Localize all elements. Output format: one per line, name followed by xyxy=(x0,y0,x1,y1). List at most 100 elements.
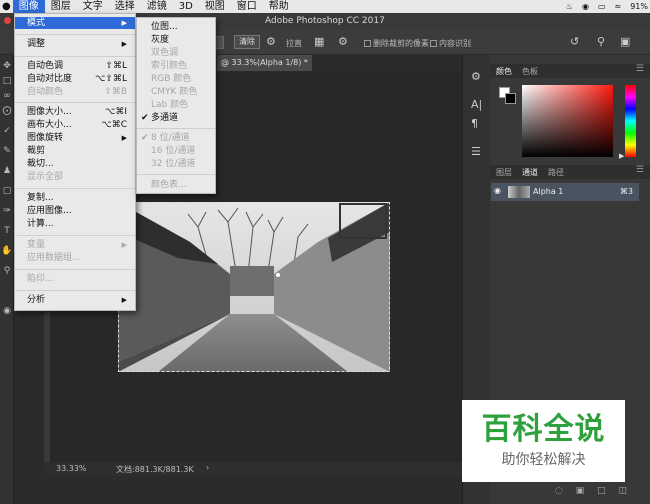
menu-item-duplicate[interactable]: 复制... xyxy=(15,192,135,204)
watermark-title: 百科全说 xyxy=(481,412,606,447)
marquee-tool-icon[interactable]: □ xyxy=(1,75,13,87)
delete-cropped-option[interactable]: 删除裁剪的像素 xyxy=(364,38,429,49)
watermark-logo: 百科全说 助你轻松解决 xyxy=(462,400,625,482)
menu-item-canvas-size[interactable]: 画布大小... ⌥⌘C xyxy=(15,119,135,131)
channel-panel-tabs: 图层 通道 路径 ☰ xyxy=(490,165,650,179)
document-tab[interactable]: @ 33.3%(Alpha 1/8) * xyxy=(217,55,312,71)
properties-icon[interactable]: ☰ xyxy=(471,145,481,158)
background-color-swatch[interactable] xyxy=(505,93,516,104)
hand-tool-icon[interactable]: ✋ xyxy=(1,245,13,257)
mode-16bit: 16 位/通道 xyxy=(151,146,196,156)
mode-grayscale[interactable]: 灰度 xyxy=(137,34,215,46)
menu-item-calculations[interactable]: 计算... xyxy=(15,218,135,230)
tab-swatches[interactable]: 色板 xyxy=(522,66,538,77)
menu-layer[interactable]: 图层 xyxy=(45,0,77,13)
lasso-tool-icon[interactable]: ∞ xyxy=(1,90,13,102)
system-menubar: ● 图像 图层 文字 选择 滤镜 3D 视图 窗口 帮助 ♨ ◉ ▭ ≈ 91% xyxy=(0,0,650,13)
mode-submenu: 位图... 灰度 双色调 索引颜色 RGB 颜色 CMYK 颜色 Lab 颜色 … xyxy=(136,17,216,194)
channel-panel-footer: ◌ ▣ □ ◫ xyxy=(555,486,637,496)
character-icon[interactable]: A| xyxy=(471,98,482,111)
pen-tool-icon[interactable]: ✑ xyxy=(1,205,13,217)
type-tool-icon[interactable]: T xyxy=(1,225,13,237)
mode-lab: Lab 颜色 xyxy=(151,100,189,110)
channel-shortcut: ⌘3 xyxy=(619,187,633,196)
menu-filter[interactable]: 滤镜 xyxy=(141,0,173,13)
close-window-button[interactable] xyxy=(4,17,11,24)
apple-menu[interactable]: ● xyxy=(0,0,13,13)
mode-multichannel[interactable]: ✔ 多通道 xyxy=(137,112,215,124)
channel-panel-menu-icon[interactable]: ☰ xyxy=(636,165,644,175)
zoom-tool-icon[interactable]: ⚲ xyxy=(1,265,13,277)
status-bar: 33.33% 文档:881.3K/881.3K › xyxy=(44,462,462,476)
menu-window[interactable]: 窗口 xyxy=(231,0,263,13)
move-tool-icon[interactable]: ✥ xyxy=(1,60,13,72)
load-selection-icon[interactable]: ◌ xyxy=(555,486,563,496)
menu-item-mode[interactable]: 模式 ▶ xyxy=(15,17,135,29)
menu-item-image-rotation[interactable]: 图像旋转 ▶ xyxy=(15,132,135,144)
mode-color-table: 颜色表... xyxy=(151,180,187,190)
menu-item-trim[interactable]: 裁切... xyxy=(15,158,135,170)
menu-view[interactable]: 视图 xyxy=(199,0,231,13)
menu-item-auto-tone[interactable]: 自动色调 ⇧⌘L xyxy=(15,60,135,72)
bell-icon[interactable]: ♨ xyxy=(566,2,573,11)
color-picker-field[interactable] xyxy=(522,85,613,157)
menu-item-analysis[interactable]: 分析 ▶ xyxy=(15,294,135,306)
wifi-icon[interactable]: ≈ xyxy=(615,2,622,11)
menu-item-image-size[interactable]: 图像大小... ⌥⌘I xyxy=(15,106,135,118)
menu-item-apply-data-set: 应用数据组... xyxy=(27,253,81,263)
hue-slider-marker-icon[interactable]: ▶ xyxy=(619,152,624,160)
tab-color[interactable]: 颜色 xyxy=(496,66,512,77)
workspace-icon[interactable]: ▣ xyxy=(620,36,630,48)
menu-item-apply-image[interactable]: 应用图像... xyxy=(15,205,135,217)
tools-panel: ✥ □ ∞ ⨀ ✓ ✎ ♟ ▢ ✑ T ✋ ⚲ ◉ xyxy=(0,55,14,504)
menu-help[interactable]: 帮助 xyxy=(263,0,295,13)
tab-paths[interactable]: 路径 xyxy=(548,167,564,178)
brush-tool-icon[interactable]: ✎ xyxy=(1,145,13,157)
channel-thumbnail xyxy=(508,186,530,198)
straighten-icon[interactable]: ⚙ xyxy=(266,36,276,48)
color-panel-menu-icon[interactable]: ☰ xyxy=(636,64,644,74)
menu-item-trap: 陷印... xyxy=(27,274,54,284)
eyedropper-tool-icon[interactable]: ✓ xyxy=(1,125,13,137)
menu-item-adjustments[interactable]: 调整 ▶ xyxy=(15,38,135,50)
status-menu-arrow-icon[interactable]: › xyxy=(206,463,209,472)
save-selection-icon[interactable]: ▣ xyxy=(576,486,585,496)
gear-icon[interactable]: ⚙ xyxy=(338,36,348,48)
content-aware-option[interactable]: 内容识别 xyxy=(430,38,471,49)
menu-item-auto-color: 自动颜色 ⇧⌘B xyxy=(27,87,127,97)
mode-bitmap[interactable]: 位图... xyxy=(137,21,215,33)
zoom-level[interactable]: 33.33% xyxy=(56,464,87,473)
eye-icon[interactable]: ◉ xyxy=(494,186,501,195)
menu-image[interactable]: 图像 xyxy=(12,0,45,13)
new-channel-icon[interactable]: □ xyxy=(597,486,606,496)
mode-8bit: ✔ 8 位/通道 xyxy=(141,133,190,143)
menu-item-reveal-all: 显示全部 xyxy=(27,172,64,182)
mode-indexed-color: 索引颜色 xyxy=(151,61,188,71)
airplay-icon[interactable]: ▭ xyxy=(598,2,606,11)
menu-select[interactable]: 选择 xyxy=(109,0,141,13)
crop-tool-icon[interactable]: ⨀ xyxy=(1,105,13,117)
reset-icon[interactable]: ↺ xyxy=(570,36,579,48)
straighten-label[interactable]: 拉直 xyxy=(286,38,302,49)
tab-channels[interactable]: 通道 xyxy=(522,167,538,178)
history-icon[interactable]: ⚙ xyxy=(471,70,481,83)
mode-32bit: 32 位/通道 xyxy=(151,159,196,169)
search-icon[interactable]: ⚲ xyxy=(597,36,605,48)
tab-layers[interactable]: 图层 xyxy=(496,167,512,178)
menu-item-crop[interactable]: 裁剪 xyxy=(15,145,135,157)
paragraph-icon[interactable]: ¶ xyxy=(471,117,478,130)
menu-3d[interactable]: 3D xyxy=(173,0,199,13)
record-icon[interactable]: ◉ xyxy=(582,2,589,11)
menu-item-auto-contrast[interactable]: 自动对比度 ⌥⇧⌘L xyxy=(15,73,135,85)
quickmask-icon[interactable]: ◉ xyxy=(1,305,13,317)
hue-slider[interactable] xyxy=(625,85,636,157)
clear-button[interactable]: 清除 xyxy=(234,35,260,49)
eraser-tool-icon[interactable]: ▢ xyxy=(1,185,13,197)
stamp-tool-icon[interactable]: ♟ xyxy=(1,165,13,177)
trash-icon[interactable]: ◫ xyxy=(619,486,628,496)
alley-photo xyxy=(118,202,390,372)
grid-overlay-icon[interactable]: ▦ xyxy=(314,36,324,48)
menu-type[interactable]: 文字 xyxy=(77,0,109,13)
status-icons: ♨ ◉ ▭ ≈ 91% xyxy=(566,0,648,13)
channel-row-alpha1[interactable]: ◉ Alpha 1 ⌘3 xyxy=(491,183,639,201)
